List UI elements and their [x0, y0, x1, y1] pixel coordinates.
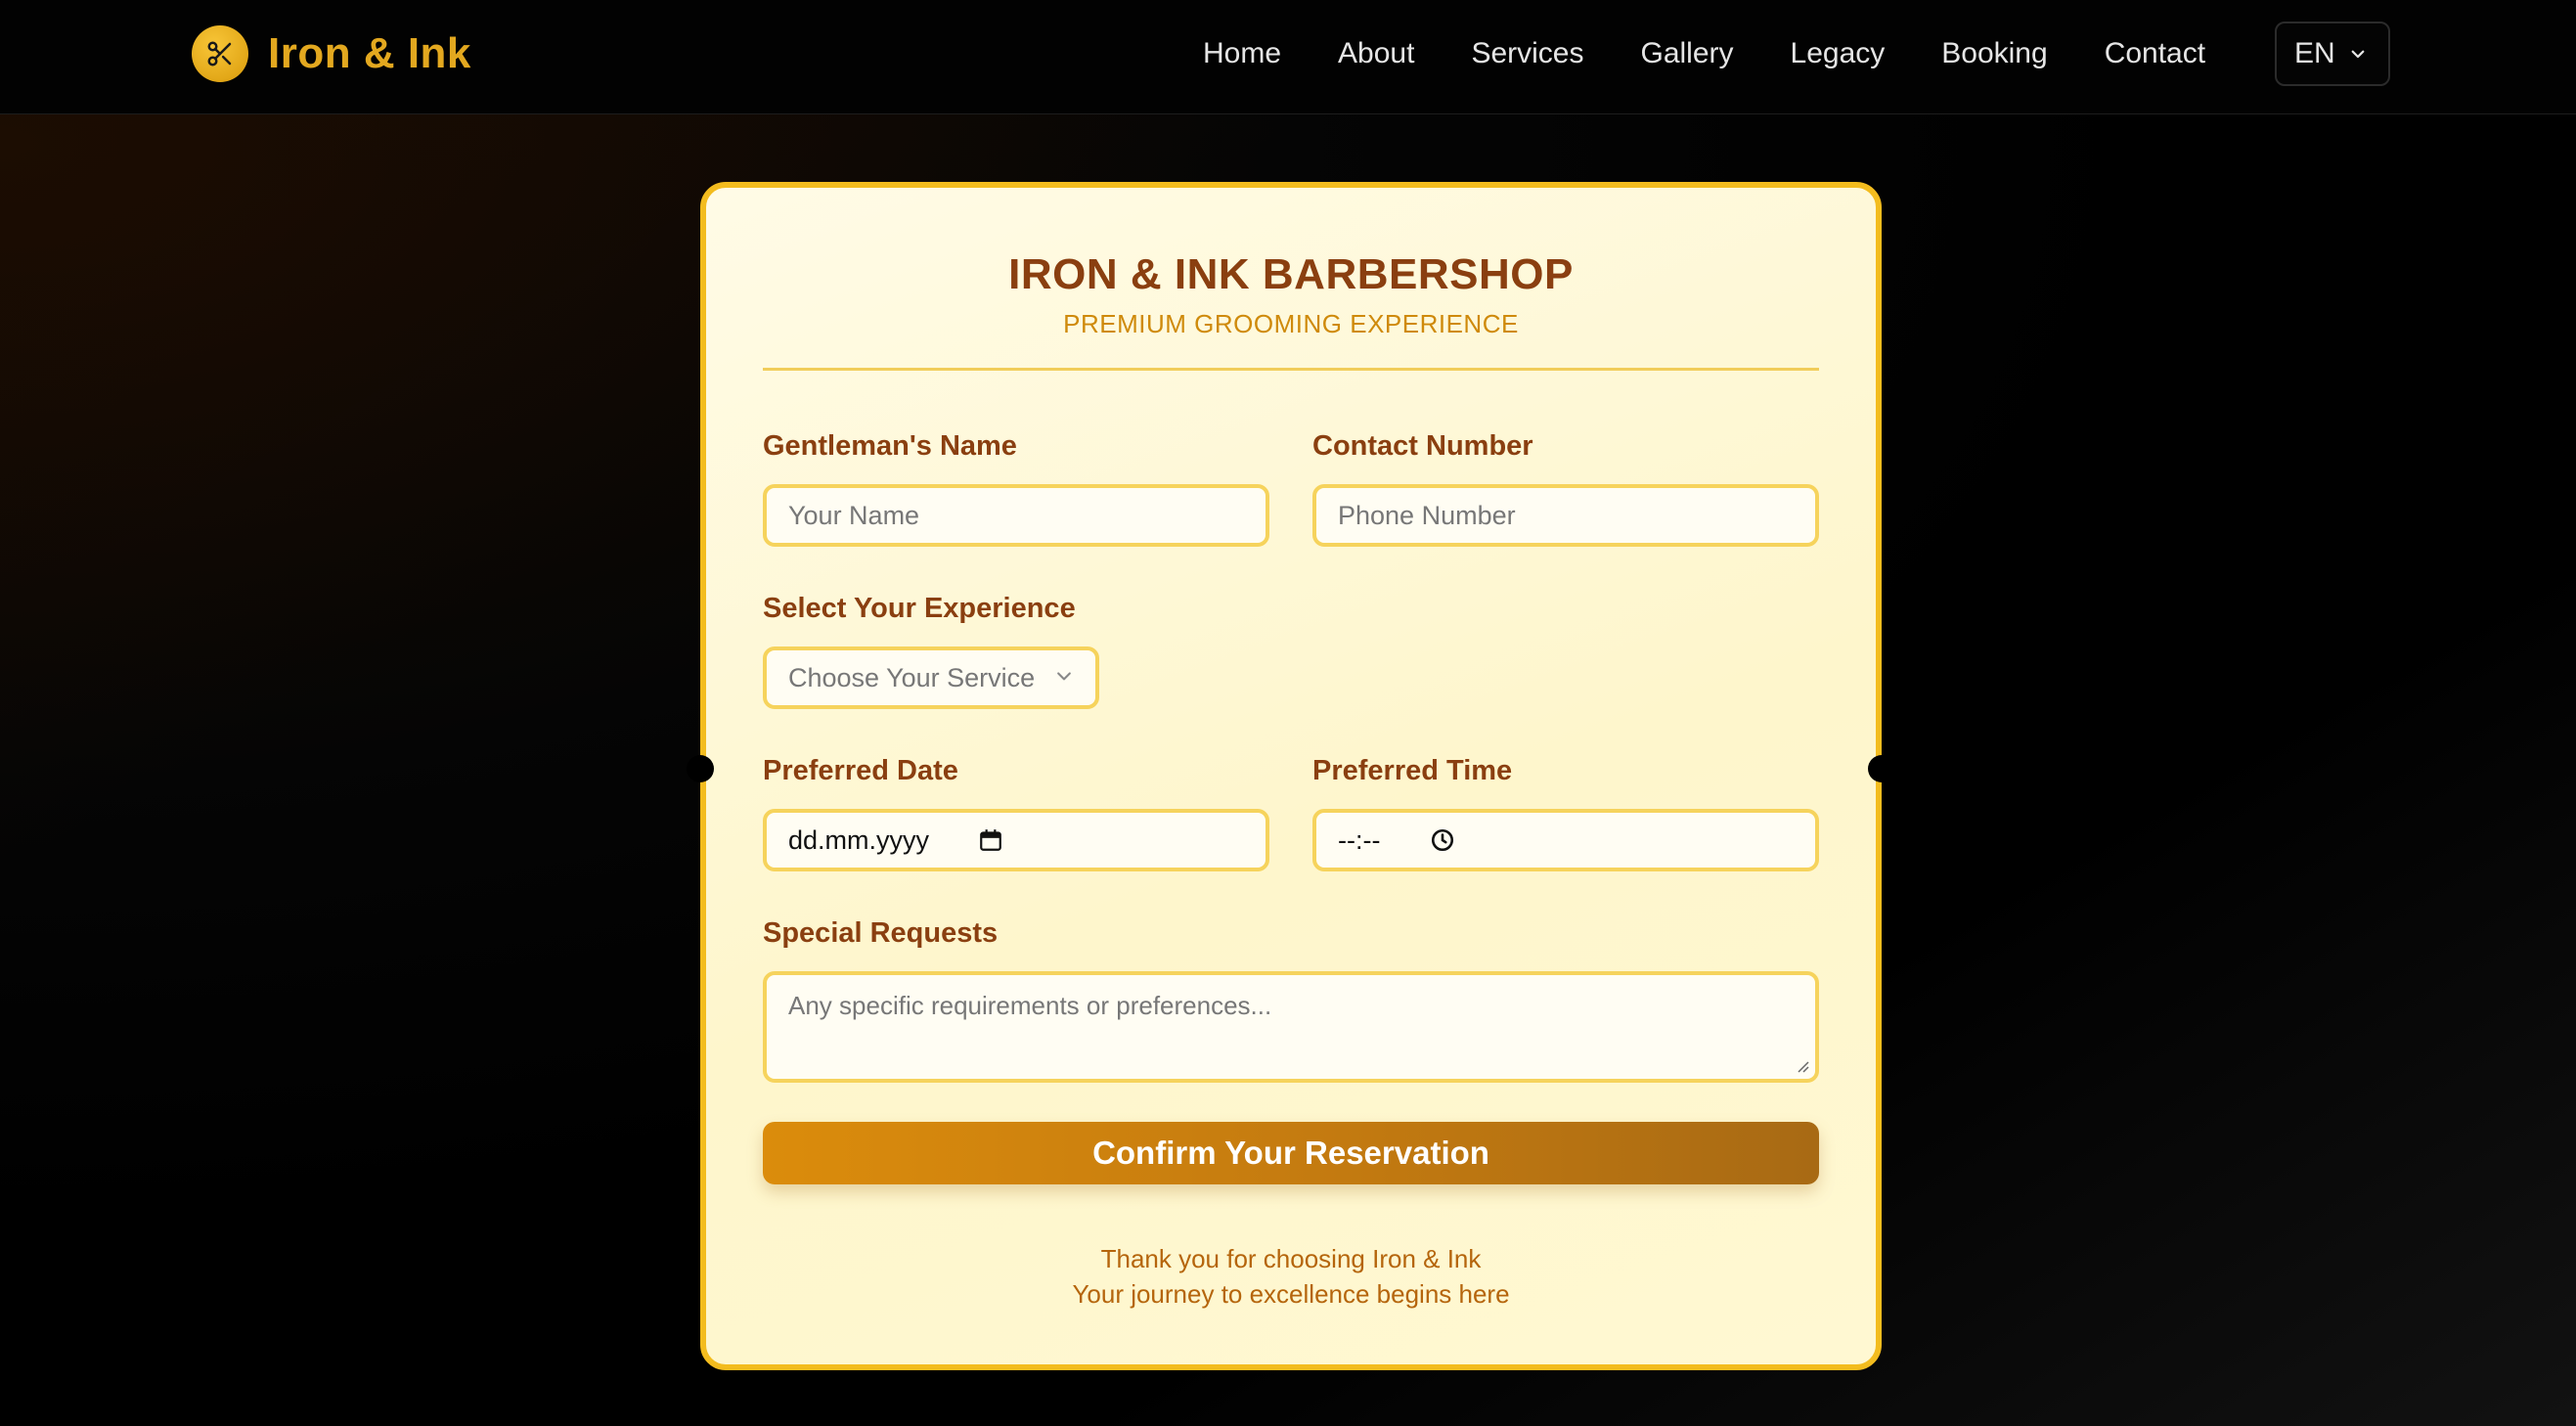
card-pin-right [1868, 755, 1895, 782]
time-value: --:-- [1338, 824, 1381, 855]
brand-name: Iron & Ink [268, 29, 471, 77]
title-divider [763, 368, 1819, 371]
phone-placeholder: Phone Number [1338, 500, 1516, 530]
language-value: EN [2294, 37, 2335, 69]
nav-contact[interactable]: Contact [2105, 37, 2205, 70]
main-nav: Home About Services Gallery Legacy Booki… [1203, 31, 2205, 76]
calendar-icon[interactable] [978, 827, 1003, 853]
brand[interactable]: Iron & Ink [192, 24, 471, 83]
phone-input[interactable]: Phone Number [1312, 484, 1819, 547]
scissors-icon [192, 25, 248, 82]
phone-label: Contact Number [1312, 430, 1533, 462]
name-input[interactable]: Your Name [763, 484, 1269, 547]
time-label: Preferred Time [1312, 755, 1513, 786]
card-pin-left [687, 755, 714, 782]
top-navbar: Iron & Ink Home About Services Gallery L… [0, 0, 2576, 114]
requests-placeholder: Any specific requirements or preferences… [788, 991, 1272, 1020]
time-input[interactable]: --:-- [1312, 809, 1819, 871]
nav-about[interactable]: About [1338, 37, 1414, 70]
nav-services[interactable]: Services [1471, 37, 1583, 70]
confirm-reservation-button[interactable]: Confirm Your Reservation [763, 1122, 1819, 1184]
name-label: Gentleman's Name [763, 430, 1017, 462]
form-title: IRON & INK BARBERSHOP [1008, 250, 1574, 298]
nav-home[interactable]: Home [1203, 37, 1281, 70]
date-label: Preferred Date [763, 755, 958, 786]
thanks-line-2: Your journey to excellence begins here [1072, 1279, 1510, 1309]
thanks-line-1: Thank you for choosing Iron & Ink [1100, 1244, 1482, 1273]
nav-booking[interactable]: Booking [1941, 37, 2047, 70]
requests-textarea[interactable]: Any specific requirements or preferences… [763, 971, 1819, 1083]
service-select[interactable]: Choose Your Service [763, 646, 1099, 709]
chevron-down-icon [1057, 672, 1071, 681]
clock-icon[interactable] [1430, 827, 1455, 853]
nav-gallery[interactable]: Gallery [1640, 37, 1733, 70]
booking-card: IRON & INK BARBERSHOP PREMIUM GROOMING E… [687, 182, 1895, 1370]
language-select[interactable]: EN [2275, 22, 2390, 86]
service-selected: Choose Your Service [788, 662, 1036, 692]
name-placeholder: Your Name [788, 500, 920, 530]
requests-label: Special Requests [763, 917, 999, 949]
resize-handle-icon[interactable] [1796, 1059, 1809, 1073]
form-subtitle: PREMIUM GROOMING EXPERIENCE [1063, 309, 1519, 338]
date-value: dd.mm.yyyy [788, 824, 930, 855]
date-input[interactable]: dd.mm.yyyy [763, 809, 1269, 871]
nav-legacy[interactable]: Legacy [1791, 37, 1886, 70]
chevron-down-icon [2351, 50, 2365, 59]
service-label: Select Your Experience [763, 593, 1076, 624]
